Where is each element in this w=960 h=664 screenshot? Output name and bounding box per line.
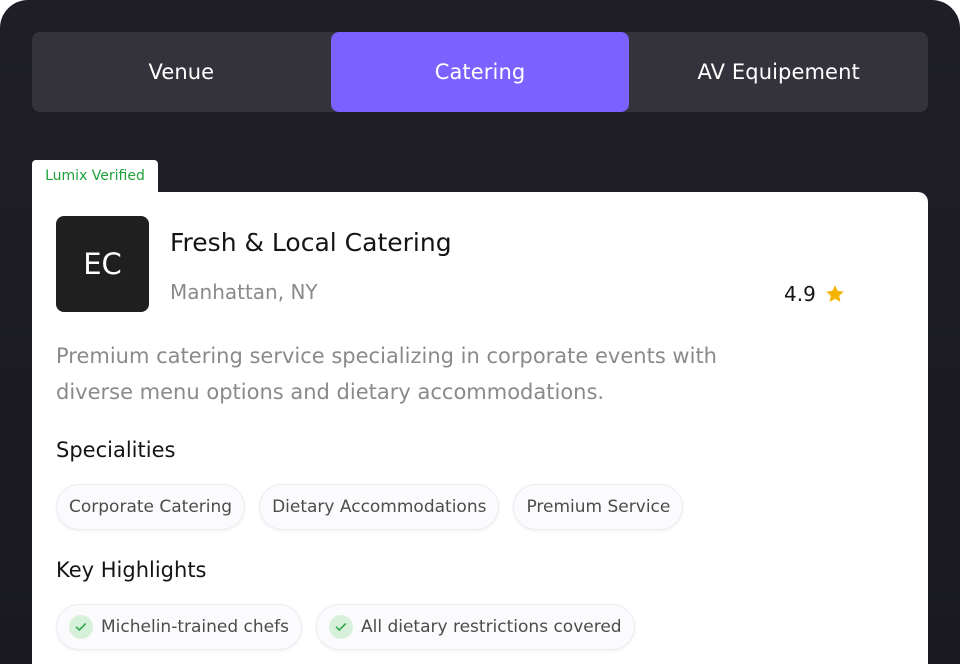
vendor-name: Fresh & Local Catering (170, 228, 452, 257)
vendor-rating: 4.9 (784, 282, 846, 306)
vendor-card[interactable]: EC Fresh & Local Catering Manhattan, NY … (32, 192, 928, 664)
highlight-label: All dietary restrictions covered (360, 617, 622, 637)
app-frame: Venue Catering AV Equipement Lumix Verif… (0, 0, 960, 664)
speciality-chip: Corporate Catering (56, 484, 246, 530)
highlights-list: Michelin-trained chefs All dietary restr… (56, 604, 635, 650)
speciality-chip: Premium Service (513, 484, 684, 530)
vendor-location: Manhattan, NY (170, 280, 318, 304)
verified-badge: Lumix Verified (32, 160, 158, 194)
rating-value: 4.9 (784, 282, 816, 306)
tab-catering[interactable]: Catering (330, 32, 630, 112)
specialities-list: Corporate Catering Dietary Accommodation… (56, 484, 684, 530)
star-icon (826, 285, 844, 302)
tab-venue[interactable]: Venue (32, 32, 331, 112)
key-highlights-title: Key Highlights (56, 558, 207, 582)
check-icon (69, 615, 93, 639)
speciality-chip: Dietary Accommodations (259, 484, 500, 530)
vendor-logo: EC (56, 216, 149, 312)
highlight-chip: All dietary restrictions covered (315, 604, 635, 650)
check-icon (328, 615, 353, 639)
vendor-description: Premium catering service specializing in… (56, 344, 717, 404)
specialities-title: Specialities (56, 438, 176, 462)
tab-av-equipement[interactable]: AV Equipement (629, 32, 928, 112)
highlight-label: Michelin-trained chefs (101, 617, 289, 637)
highlight-chip: Michelin-trained chefs (56, 604, 302, 650)
category-tabs: Venue Catering AV Equipement (32, 32, 928, 112)
